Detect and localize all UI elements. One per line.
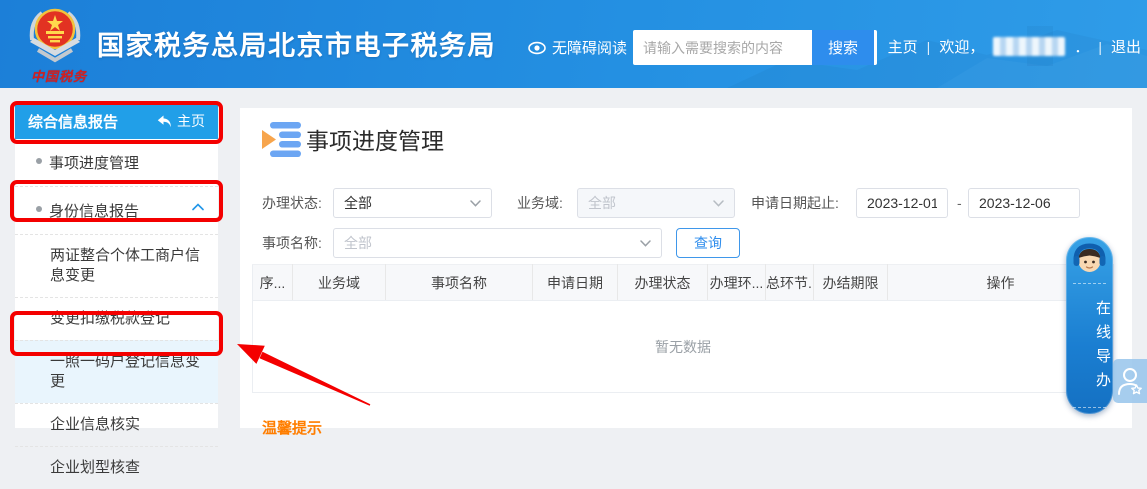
sidebar-home-label: 主页 [177, 111, 205, 131]
item-name-select[interactable]: 全部 [333, 228, 662, 258]
domain-select-value: 全部 [588, 193, 616, 213]
sidebar-item-label: 变更扣缴税款登记 [50, 310, 170, 327]
service-avatar-icon [1072, 242, 1107, 279]
sidebar-item-label: 企业信息核实 [50, 416, 140, 433]
sidebar-item-label: 身份信息报告 [49, 203, 139, 220]
sidebar-item-label: 企业划型核查 [50, 459, 140, 476]
sidebar-item-enterprise-type-check[interactable]: 企业划型核查 [15, 446, 218, 489]
sidebar-item-one-license-one-code-change[interactable]: 一照一码户登记信息变更 [15, 340, 218, 403]
accessibility-reading-link[interactable]: 无障碍阅读 [528, 37, 627, 58]
status-select[interactable]: 全部 [333, 188, 492, 218]
sidebar-item-withholding-tax-change[interactable]: 变更扣缴税款登记 [15, 297, 218, 340]
logo-caption: 中国税务 [26, 66, 92, 85]
col-deadline: 办结期限 [814, 265, 888, 301]
search-button[interactable]: 搜索 [812, 30, 874, 65]
tax-bureau-logo: 中国税务 [24, 4, 94, 88]
status-select-value: 全部 [344, 193, 372, 213]
nav-divider: | [927, 39, 931, 55]
sidebar: 综合信息报告 主页 事项进度管理 身份信息报告 两证整合个体工商户信息变更 变更… [15, 103, 218, 428]
list-play-icon [262, 121, 302, 157]
content-title-row: 事项进度管理 [262, 121, 444, 157]
sidebar-section-title: 综合信息报告 [28, 111, 118, 132]
chevron-down-icon [640, 240, 651, 247]
member-service-button[interactable] [1113, 359, 1147, 403]
bullet-icon [36, 158, 42, 164]
item-name-select-value: 全部 [344, 233, 372, 253]
sidebar-item-label: 一照一码户登记信息变更 [50, 353, 200, 390]
status-filter-label: 办理状态: [262, 188, 322, 218]
sidebar-item-identity-info-report[interactable]: 身份信息报告 [15, 186, 218, 234]
header-search: 搜索 [633, 30, 877, 65]
top-navigation: 主页 | 欢迎， ． | 退出 [888, 36, 1141, 57]
col-seq: 序... [253, 265, 293, 301]
sidebar-item-two-cert-merge-change[interactable]: 两证整合个体工商户信息变更 [15, 234, 218, 297]
date-range-separator: - [957, 188, 962, 218]
col-apply-date: 申请日期 [533, 265, 618, 301]
national-emblem-icon [24, 4, 86, 66]
item-name-filter-label: 事项名称: [262, 228, 322, 258]
dashed-divider [1073, 407, 1106, 408]
eye-icon [528, 41, 546, 55]
query-button[interactable]: 查询 [676, 228, 740, 258]
col-handle-step: 办理环... [708, 265, 766, 301]
table-empty-row: 暂无数据 [253, 301, 1114, 393]
main-content: 事项进度管理 办理状态: 全部 业务域: 全部 申请日期起止: - 事项名称: … [240, 108, 1132, 428]
welcome-suffix: ． [1074, 36, 1089, 57]
app-header: 中国税务 国家税务总局北京市电子税务局 无障碍阅读 搜索 主页 | 欢迎， ． … [0, 0, 1147, 88]
sidebar-item-enterprise-info-verify[interactable]: 企业信息核实 [15, 403, 218, 446]
bullet-icon [36, 206, 42, 212]
sidebar-item-progress-management[interactable]: 事项进度管理 [15, 139, 218, 186]
date-to-input[interactable] [968, 188, 1080, 218]
online-guide-label: 在线导办 [1066, 293, 1113, 403]
date-range-label: 申请日期起止: [751, 188, 839, 218]
date-from-input[interactable] [856, 188, 948, 218]
sidebar-section-header: 综合信息报告 主页 [15, 103, 218, 139]
user-name-blurred [993, 37, 1065, 56]
logout-link[interactable]: 退出 [1111, 36, 1141, 57]
col-status: 办理状态 [618, 265, 708, 301]
nav-divider: | [1098, 39, 1102, 55]
empty-state-text: 暂无数据 [253, 301, 1114, 393]
col-business-domain: 业务域 [293, 265, 386, 301]
sidebar-item-label: 事项进度管理 [49, 155, 139, 172]
progress-table: 序... 业务域 事项名称 申请日期 办理状态 办理环... 总环节... 办结… [252, 264, 1114, 393]
person-star-icon [1117, 366, 1143, 396]
chevron-down-icon [713, 200, 724, 207]
chevron-up-icon [192, 203, 204, 211]
chevron-down-icon [470, 200, 481, 207]
nav-home-link[interactable]: 主页 [888, 36, 918, 57]
search-input[interactable] [633, 30, 811, 65]
sidebar-item-label: 两证整合个体工商户信息变更 [50, 247, 200, 284]
sidebar-home-link[interactable]: 主页 [157, 111, 205, 131]
accessibility-label: 无障碍阅读 [552, 37, 627, 58]
back-arrow-icon [157, 115, 172, 128]
col-total-steps: 总环节... [766, 265, 814, 301]
sidebar-menu: 事项进度管理 身份信息报告 两证整合个体工商户信息变更 变更扣缴税款登记 一照一… [15, 139, 218, 489]
dashed-divider [1073, 283, 1106, 284]
col-item-name: 事项名称 [386, 265, 533, 301]
domain-filter-label: 业务域: [517, 188, 563, 218]
content-page-title: 事项进度管理 [306, 122, 444, 156]
page-title: 国家税务总局北京市电子税务局 [97, 24, 496, 63]
online-guide-widget[interactable]: 在线导办 [1066, 237, 1113, 414]
table-header-row: 序... 业务域 事项名称 申请日期 办理状态 办理环... 总环节... 办结… [253, 265, 1114, 301]
welcome-label: 欢迎， [939, 36, 984, 57]
domain-select[interactable]: 全部 [577, 188, 735, 218]
